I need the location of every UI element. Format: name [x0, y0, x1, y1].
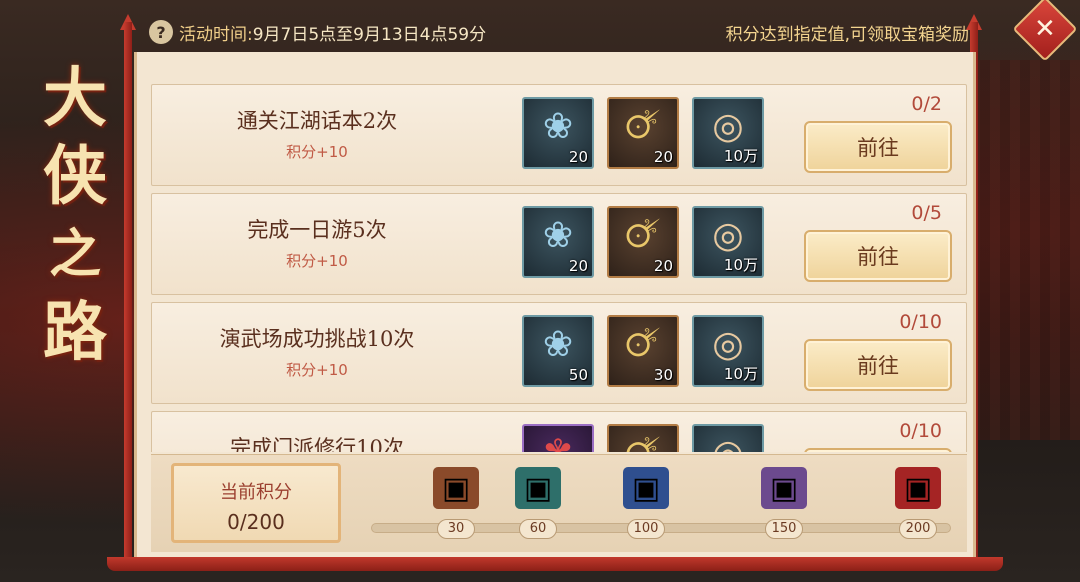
current-points-label: 当前积分 [220, 482, 292, 503]
points-bar: 当前积分 0/200 ▣ 30 ▣ 60 ▣ 100 ▣ 150 ▣ 200 [151, 454, 967, 552]
task-progress: 0/5 [911, 202, 942, 224]
title-char: 之 [48, 224, 101, 285]
task-score: 积分+10 [286, 143, 348, 161]
event-time-value: 9月7日5点至9月13日4点59分 [252, 24, 487, 45]
current-points-value: 0/200 [227, 510, 285, 534]
title-char: 大 [43, 61, 107, 136]
go-button[interactable] [804, 448, 952, 452]
help-icon[interactable]: ? [149, 20, 173, 44]
red-chest-icon[interactable]: ▣ [895, 467, 941, 509]
task-row: 完成一日游5次 积分+10 ❀ 20 🜚 20 ◎ 10万 0/5 前往 [151, 193, 967, 295]
task-title: 通关江湖话本2次 [236, 109, 398, 133]
scroll-panel: 通关江湖话本2次 积分+10 ❀ 20 🜚 20 ◎ 10万 0/2 前往 完成一日游… [107, 52, 1003, 571]
go-button[interactable]: 前往 [804, 121, 952, 173]
brown-chest-icon[interactable]: ▣ [433, 467, 479, 509]
red-knot-icon[interactable]: ✾ [522, 424, 594, 452]
go-button[interactable]: 前往 [804, 339, 952, 391]
blue-flower-icon[interactable]: ❀ 20 [522, 97, 594, 169]
task-title: 完成门派修行10次 [230, 436, 404, 452]
task-title: 完成一日游5次 [247, 218, 387, 242]
task-progress: 0/10 [899, 311, 942, 333]
purple-chest-icon[interactable]: ▣ [761, 467, 807, 509]
milestone-label: 200 [899, 519, 937, 539]
gold-ingot-icon[interactable]: 🜚 30 [607, 315, 679, 387]
task-row: 完成门派修行10次 ✾ 🜚 ◎ 0/10 [151, 411, 967, 452]
task-score: 积分+10 [286, 252, 348, 270]
task-row: 演武场成功挑战10次 积分+10 ❀ 50 🜚 30 ◎ 10万 0/10 前往 [151, 302, 967, 404]
copper-coin-icon[interactable]: ◎ 10万 [692, 315, 764, 387]
reward-hint: 积分达到指定值,可领取宝箱奖励 [725, 24, 969, 45]
go-button[interactable]: 前往 [804, 230, 952, 282]
copper-coin-icon[interactable]: ◎ 10万 [692, 97, 764, 169]
copper-coin-icon[interactable]: ◎ [692, 424, 764, 452]
blue-chest-icon[interactable]: ▣ [623, 467, 669, 509]
event-title: 大 侠 之 路 [30, 60, 120, 372]
blue-flower-icon[interactable]: ❀ 20 [522, 206, 594, 278]
task-list[interactable]: 通关江湖话本2次 积分+10 ❀ 20 🜚 20 ◎ 10万 0/2 前往 完成一日游… [151, 84, 967, 452]
milestone-label: 30 [437, 519, 475, 539]
teal-chest-icon[interactable]: ▣ [515, 467, 561, 509]
current-points-box: 当前积分 0/200 [171, 463, 341, 543]
blue-flower-icon[interactable]: ❀ 50 [522, 315, 594, 387]
gold-ingot-icon[interactable]: 🜚 20 [607, 97, 679, 169]
milestone-label: 100 [627, 519, 665, 539]
gold-ingot-icon[interactable]: 🜚 20 [607, 206, 679, 278]
event-time-label: 活动时间: [179, 24, 253, 45]
task-progress: 0/2 [911, 93, 942, 115]
close-icon: ✕ [1034, 13, 1056, 44]
copper-coin-icon[interactable]: ◎ 10万 [692, 206, 764, 278]
background-building [970, 60, 1080, 440]
task-progress: 0/10 [899, 420, 942, 442]
milestone-label: 150 [765, 519, 803, 539]
milestone-label: 60 [519, 519, 557, 539]
title-char: 侠 [43, 139, 107, 214]
left-pole [124, 22, 132, 557]
task-row: 通关江湖话本2次 积分+10 ❀ 20 🜚 20 ◎ 10万 0/2 前往 [151, 84, 967, 186]
task-score: 积分+10 [286, 361, 348, 379]
title-char: 路 [43, 295, 107, 370]
task-title: 演武场成功挑战10次 [219, 327, 415, 351]
gold-ingot-icon[interactable]: 🜚 [607, 424, 679, 452]
top-bar: ? 活动时间: 9月7日5点至9月13日4点59分 积分达到指定值,可领取宝箱奖… [135, 12, 975, 52]
